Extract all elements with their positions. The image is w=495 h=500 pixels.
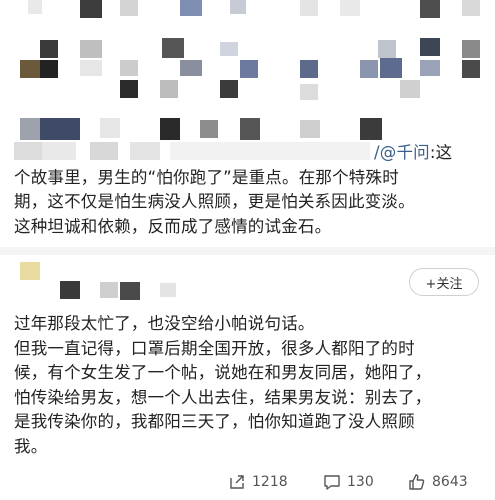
thumbs-up-icon — [409, 474, 425, 490]
share-count: 1218 — [252, 474, 288, 490]
post-line-5: 我。 — [14, 436, 48, 456]
post-line-4: 是我传染你的，我都阳三天了，怕你知道跑了没人照顾 — [14, 412, 415, 431]
author-name[interactable] — [60, 281, 80, 299]
post-line-3: 怕传染给男友，想一个人出去住，结果男友说：别去了， — [14, 387, 432, 407]
comment-icon — [324, 475, 340, 490]
reply-line-3: 这种坦诚和依赖，反而成了感情的试金石。 — [14, 216, 332, 236]
post-line-1: 但我一直记得，口罩后期全国开放，很多人都阳了的时 — [14, 338, 415, 358]
section-divider — [0, 247, 495, 255]
mention-link[interactable]: 千问 — [396, 143, 429, 162]
reply-line-2: 期，这不仅是怕生病没人照顾，更是怕关系因此变淡。 — [14, 192, 415, 211]
like-button[interactable]: 8643 — [408, 470, 468, 494]
post-line-0: 过年那段太忙了，也没空给小帕说句话。 — [14, 314, 315, 333]
follow-button-label: +关注 — [425, 276, 463, 292]
pixelated-content — [0, 0, 495, 160]
mention-prefix: /@ — [374, 143, 397, 162]
post-line-2: 候，有个女生发了一个帖，说她在和男友同居，她阳了， — [14, 363, 432, 382]
like-count: 8643 — [432, 474, 468, 490]
comment-count: 130 — [347, 474, 374, 490]
comment-button[interactable]: 130 — [323, 470, 374, 494]
share-button[interactable]: 1218 — [228, 470, 288, 494]
reply-text: /@千问:这 个故事里，男生的“怕你跑了”是重点。在那个特殊时 期，这不仅是怕生… — [14, 141, 484, 239]
reply-line-0: :这 — [429, 143, 453, 162]
avatar[interactable] — [20, 262, 40, 280]
reply-line-1: 个故事里，男生的“怕你跑了”是重点。在那个特殊时 — [14, 167, 399, 187]
follow-button[interactable]: +关注 — [409, 268, 479, 296]
post-body: 过年那段太忙了，也没空给小帕说句话。 但我一直记得，口罩后期全国开放，很多人都阳… — [14, 312, 484, 459]
share-icon — [230, 475, 244, 489]
